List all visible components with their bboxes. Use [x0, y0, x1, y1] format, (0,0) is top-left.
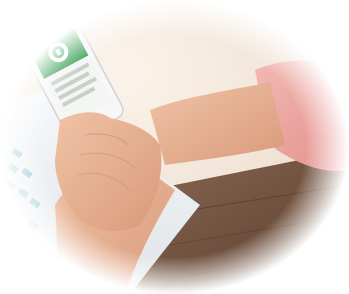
photo-scene [0, 0, 349, 294]
photo-illustration [0, 0, 349, 294]
